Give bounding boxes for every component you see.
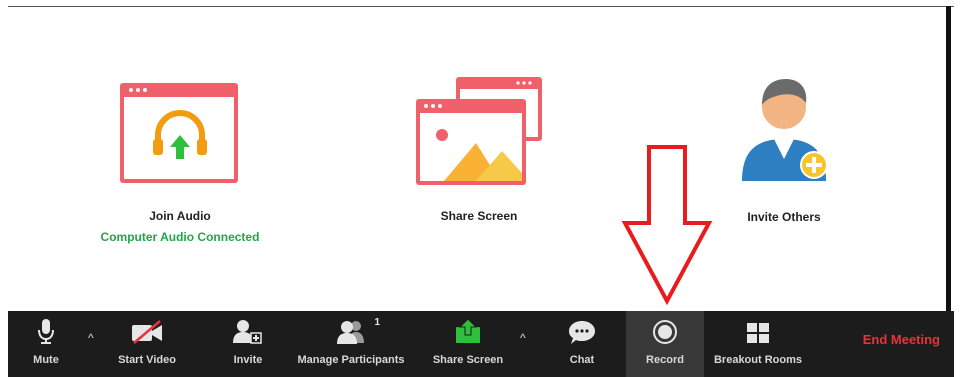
share-screen-upload-icon <box>456 318 480 343</box>
share-screen-toolbar-label: Share Screen <box>432 354 504 366</box>
breakout-rooms-grid-icon <box>747 323 769 343</box>
window-right-border <box>946 6 951 311</box>
end-meeting-button[interactable]: End Meeting <box>863 332 940 347</box>
share-options-caret[interactable]: ^ <box>520 331 526 345</box>
chat-bubble-icon <box>569 321 595 344</box>
add-person-icon <box>233 320 262 344</box>
participant-count-badge: 1 <box>374 317 380 328</box>
share-screen-button[interactable]: Share Screen <box>426 311 510 377</box>
invite-button[interactable]: Invite <box>225 311 271 377</box>
invite-person-icon <box>742 79 828 181</box>
meeting-toolbar: Mute ^ Start Video Invite 1 Manage Parti… <box>8 311 954 377</box>
invite-others-tile[interactable]: Invite Others <box>724 73 844 224</box>
chat-label: Chat <box>569 354 595 366</box>
audio-status-text: Computer Audio Connected <box>100 230 260 244</box>
breakout-rooms-button[interactable]: Breakout Rooms <box>706 311 810 377</box>
left-margin <box>0 0 8 377</box>
headphones-window-icon <box>120 83 238 183</box>
invite-others-label: Invite Others <box>747 210 821 224</box>
share-screen-tile[interactable]: Share Screen <box>404 77 554 223</box>
share-screen-label: Share Screen <box>440 209 518 223</box>
annotation-arrow <box>621 145 713 306</box>
microphone-icon <box>38 319 54 344</box>
participants-icon <box>337 321 364 344</box>
breakout-rooms-label: Breakout Rooms <box>713 354 803 366</box>
video-camera-off-icon <box>132 320 162 344</box>
record-label: Record <box>646 354 684 366</box>
start-video-button[interactable]: Start Video <box>108 311 186 377</box>
record-button[interactable]: Record <box>626 311 704 377</box>
join-audio-tile[interactable]: Join Audio Computer Audio Connected <box>90 79 270 244</box>
mute-button[interactable]: Mute <box>24 311 68 377</box>
join-audio-label: Join Audio <box>149 209 211 223</box>
invite-label: Invite <box>233 354 263 366</box>
audio-options-caret[interactable]: ^ <box>88 331 94 345</box>
start-video-label: Start Video <box>118 354 176 366</box>
chat-button[interactable]: Chat <box>560 311 604 377</box>
manage-participants-label: Manage Participants <box>297 354 405 366</box>
meeting-content-area: Join Audio Computer Audio Connected Shar… <box>8 7 946 311</box>
mute-label: Mute <box>33 354 59 366</box>
manage-participants-button[interactable]: 1 Manage Participants <box>288 311 414 377</box>
record-icon <box>653 320 677 344</box>
share-screen-window-icon <box>416 77 542 185</box>
